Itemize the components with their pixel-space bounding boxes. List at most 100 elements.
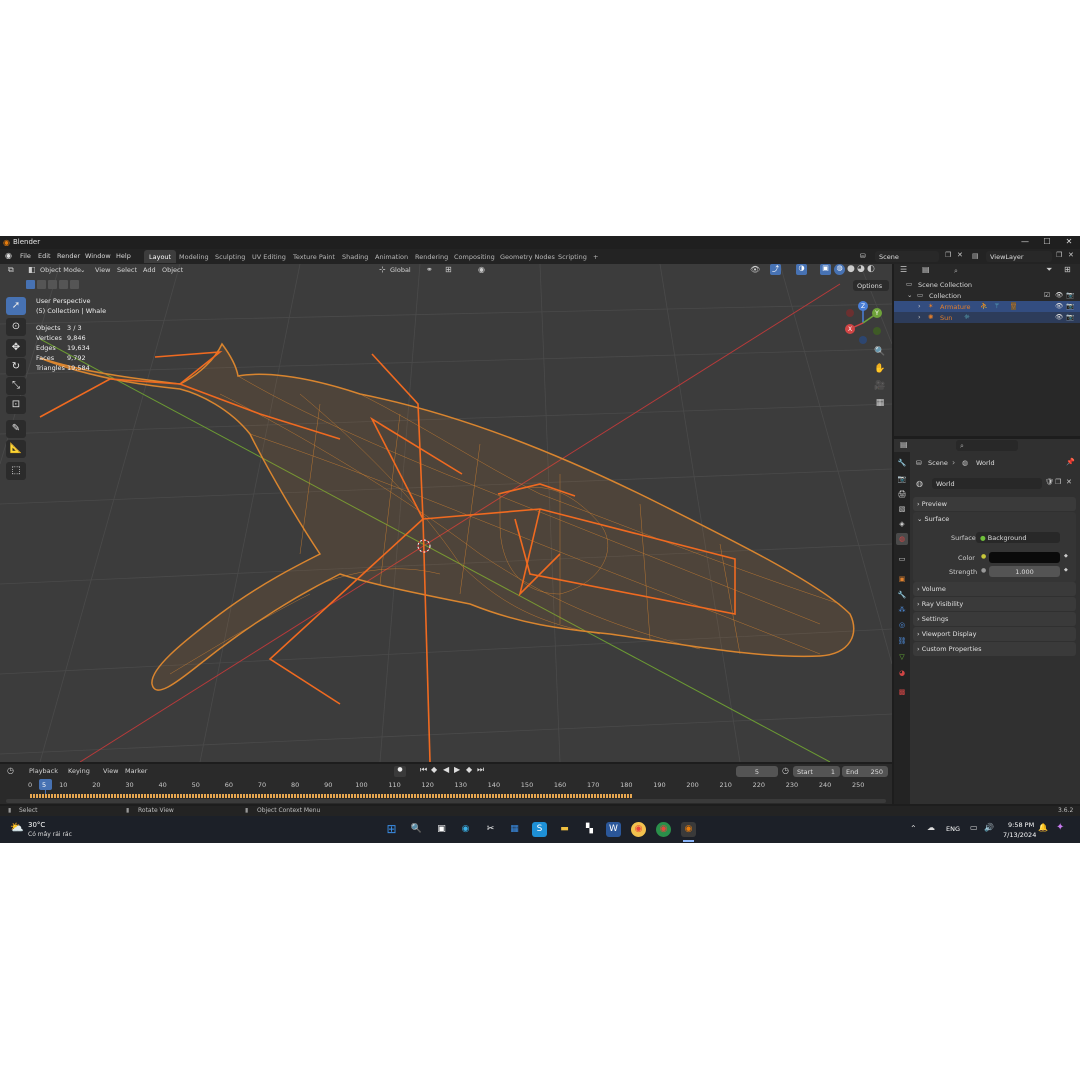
menu-edit[interactable]: Edit (38, 252, 51, 260)
cursor-tool[interactable]: ⊙ (6, 318, 26, 336)
zoom-icon[interactable]: 🔍 (872, 344, 888, 360)
world-datablock-icon[interactable]: ◍ (916, 479, 923, 488)
start-windows-icon[interactable]: ⊞ (384, 822, 399, 837)
new-view-layer-icon[interactable]: ❐ (1056, 251, 1062, 259)
collection-row[interactable]: ⌄ ▭ Collection ☑ 👁 📷 (894, 290, 1080, 301)
modifier-tab-icon[interactable]: 🔧 (896, 589, 908, 601)
skype-icon[interactable]: S (532, 822, 547, 837)
tab-rendering[interactable]: Rendering (410, 250, 453, 263)
menu-render[interactable]: Render (57, 252, 80, 260)
rotate-tool[interactable]: ↻ (6, 358, 26, 376)
chrome-profile-icon[interactable]: ◉ (656, 822, 671, 837)
render-camera-icon[interactable]: 📷 (1066, 291, 1074, 299)
select-subtract-icon[interactable] (48, 280, 57, 289)
outliner-search-input[interactable]: ⌕ (950, 265, 1040, 276)
tab-geometry-nodes[interactable]: Geometry Nodes (495, 250, 560, 263)
expand-chevron-icon[interactable]: › (918, 313, 921, 321)
expand-chevron-icon[interactable]: ⌄ (907, 291, 912, 299)
color-keyframe-icon[interactable]: ◆ (1064, 553, 1068, 559)
output-tab-icon[interactable]: 🖨 (896, 488, 908, 500)
menu-window[interactable]: Window (85, 252, 111, 260)
properties-search-input[interactable]: ⌕ (956, 440, 1018, 451)
texture-tab-icon[interactable]: ▩ (896, 686, 908, 698)
camera-view-icon[interactable]: 🎥 (872, 378, 888, 394)
edge-browser-icon[interactable]: ◉ (458, 822, 473, 837)
physics-tab-icon[interactable]: ◎ (896, 619, 908, 631)
tab-modeling[interactable]: Modeling (174, 250, 214, 263)
scene-collection-row[interactable]: ▭ Scene Collection (894, 279, 1080, 290)
hide-eye-icon[interactable]: 👁 (1055, 313, 1063, 321)
tab-texture-paint[interactable]: Texture Paint (288, 250, 340, 263)
gizmo-toggle-icon[interactable]: ⤴ (770, 264, 781, 275)
tab-layout[interactable]: Layout (144, 250, 177, 263)
select-box-tool[interactable]: ➚ (6, 297, 26, 315)
particles-tab-icon[interactable]: ⁂ (896, 604, 908, 616)
scene-tab-icon[interactable]: ◈ (896, 518, 908, 530)
render-tab-icon[interactable]: 📷 (896, 473, 908, 485)
constraints-tab-icon[interactable]: ⛓ (896, 635, 908, 647)
clock-date[interactable]: 7/13/2024 (1003, 831, 1036, 839)
close-button[interactable]: ✕ (1058, 237, 1080, 248)
filter-icon[interactable]: ⏷ (1046, 265, 1052, 275)
view-layer-selector[interactable]: ViewLayer (986, 251, 1052, 262)
show-hidden-icons-icon[interactable]: ⌃ (910, 824, 917, 833)
notification-bell-icon[interactable]: 🔔 (1038, 823, 1048, 832)
material-tab-icon[interactable]: ◕ (896, 667, 908, 679)
display-mode-icon[interactable]: ▤ (922, 265, 930, 274)
view-layer-tab-icon[interactable]: ▧ (896, 503, 908, 515)
remove-scene-icon[interactable]: ✕ (957, 251, 963, 259)
move-tool[interactable]: ✥ (6, 339, 26, 357)
duplicate-icon[interactable]: ❐ (1055, 478, 1061, 486)
add-workspace-button[interactable]: + (588, 250, 603, 263)
strength-keyframe-icon[interactable]: ◆ (1064, 567, 1068, 573)
blender-taskbar-icon[interactable]: ◉ (681, 822, 696, 837)
3d-viewport[interactable]: ⧉ ◧ Object Mode ⌄ View Select Add Object… (0, 264, 892, 762)
new-scene-icon[interactable]: ❐ (945, 251, 951, 259)
minimize-button[interactable]: — (1014, 237, 1036, 248)
pan-hand-icon[interactable]: ✋ (872, 361, 888, 377)
microsoft-store-icon[interactable]: ▦ (507, 822, 522, 837)
transform-tool[interactable]: ⊡ (6, 396, 26, 414)
hide-eye-icon[interactable]: 👁 (1055, 291, 1063, 299)
network-icon[interactable]: ▭ (970, 823, 978, 832)
select-new-icon[interactable] (26, 280, 35, 289)
copilot-icon[interactable]: ✦ (1056, 822, 1064, 833)
chrome-icon[interactable]: ◉ (631, 822, 646, 837)
timeline-scrollbar[interactable] (6, 799, 886, 803)
panel-volume[interactable]: › Volume (913, 582, 1076, 596)
rendered-shading-icon[interactable]: ◐ (867, 264, 875, 274)
tab-animation[interactable]: Animation (370, 250, 413, 263)
onedrive-cloud-icon[interactable]: ☁ (927, 823, 935, 832)
file-explorer-icon[interactable]: ▬ (557, 822, 572, 837)
exclude-checkbox[interactable]: ☑ (1044, 291, 1050, 299)
volume-icon[interactable]: 🔊 (984, 823, 994, 832)
select-intersect-icon[interactable] (70, 280, 79, 289)
strength-field[interactable]: 1.000 (989, 566, 1060, 577)
breadcrumb-world[interactable]: World (976, 459, 995, 467)
overlay-toggle-icon[interactable]: ◑ (796, 264, 807, 275)
editor-type-icon[interactable]: ⧉ (8, 265, 14, 275)
expand-chevron-icon[interactable]: › (918, 302, 921, 310)
blender-menu-icon[interactable]: ◉ (5, 251, 12, 260)
panel-custom-properties[interactable]: › Custom Properties (913, 642, 1076, 656)
world-tab-icon[interactable]: ◍ (896, 533, 908, 545)
tab-scripting[interactable]: Scripting (553, 250, 592, 263)
tool-tab-icon[interactable]: 🔧 (896, 457, 908, 469)
add-cube-tool[interactable]: ⬚ (6, 462, 26, 480)
outliner-editor-icon[interactable]: ☰ (900, 265, 907, 274)
menu-view[interactable]: View (95, 266, 110, 274)
menu-help[interactable]: Help (116, 252, 131, 260)
weather-temp[interactable]: 30°C (28, 821, 45, 829)
panel-viewport-display[interactable]: › Viewport Display (913, 627, 1076, 641)
scene-selector[interactable]: Scene (875, 251, 939, 262)
select-invert-icon[interactable] (59, 280, 68, 289)
snap-icon[interactable]: ⊞ (445, 265, 452, 274)
office-app-icon[interactable]: ▚ (582, 822, 597, 837)
menu-object[interactable]: Object (162, 266, 183, 274)
menu-select[interactable]: Select (117, 266, 137, 274)
pin-icon[interactable]: 📌 (1066, 458, 1075, 466)
render-camera-icon[interactable]: 📷 (1066, 313, 1074, 321)
tab-uv-editing[interactable]: UV Editing (247, 250, 291, 263)
new-collection-icon[interactable]: ⊞ (1064, 265, 1071, 274)
wireframe-shading-icon[interactable]: ◍ (834, 264, 845, 275)
